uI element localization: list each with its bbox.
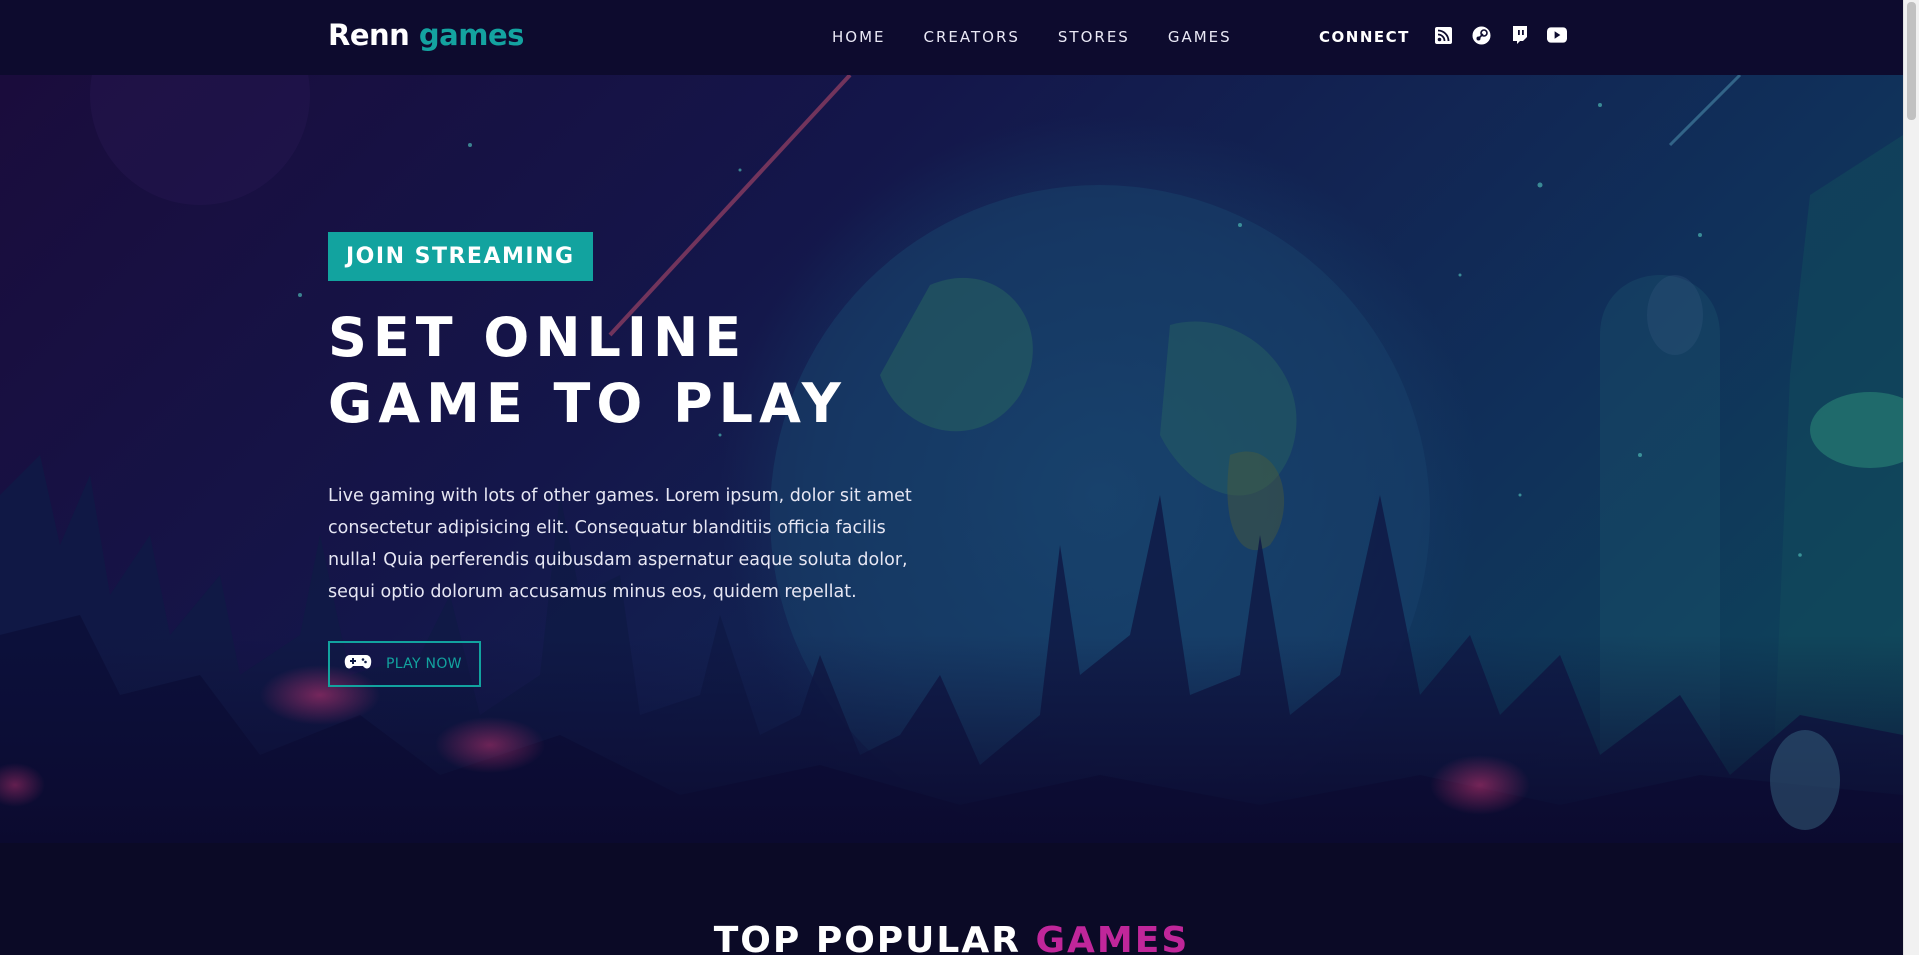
section-title: TOP POPULAR GAMES bbox=[0, 920, 1903, 955]
youtube-icon[interactable] bbox=[1547, 25, 1567, 45]
scrollbar-thumb[interactable] bbox=[1907, 2, 1916, 120]
hero-title: SET ONLINE GAME TO PLAY bbox=[328, 306, 847, 435]
social-links bbox=[1433, 25, 1567, 45]
section-title-accent: GAMES bbox=[1035, 920, 1190, 955]
join-streaming-badge: JOIN STREAMING bbox=[328, 232, 593, 281]
gamepad-icon bbox=[344, 653, 372, 675]
site-logo[interactable]: Renn games bbox=[328, 18, 524, 52]
connect-label: CONNECT bbox=[1319, 28, 1410, 46]
page: Renn games HOME CREATORS STORES GAMES CO… bbox=[0, 0, 1919, 955]
main-nav: HOME CREATORS STORES GAMES bbox=[832, 28, 1232, 46]
nav-creators[interactable]: CREATORS bbox=[924, 28, 1020, 46]
page-scrollbar[interactable] bbox=[1903, 0, 1919, 955]
section-title-primary: TOP POPULAR bbox=[713, 920, 1021, 955]
hero-section: JOIN STREAMING SET ONLINE GAME TO PLAY L… bbox=[0, 75, 1903, 843]
twitch-icon[interactable] bbox=[1509, 25, 1529, 45]
navbar: Renn games HOME CREATORS STORES GAMES CO… bbox=[0, 0, 1903, 75]
steam-icon[interactable] bbox=[1471, 25, 1491, 45]
hero-description: Live gaming with lots of other games. Lo… bbox=[328, 486, 912, 602]
logo-text-accent: games bbox=[418, 18, 524, 52]
nav-home[interactable]: HOME bbox=[832, 28, 886, 46]
play-now-button[interactable]: PLAY NOW bbox=[328, 641, 481, 687]
play-now-label: PLAY NOW bbox=[386, 656, 462, 672]
nav-stores[interactable]: STORES bbox=[1058, 28, 1130, 46]
hero-background-illustration bbox=[0, 75, 1903, 843]
rss-icon[interactable] bbox=[1433, 25, 1453, 45]
logo-text-primary: Renn bbox=[328, 18, 410, 52]
nav-games[interactable]: GAMES bbox=[1168, 28, 1232, 46]
